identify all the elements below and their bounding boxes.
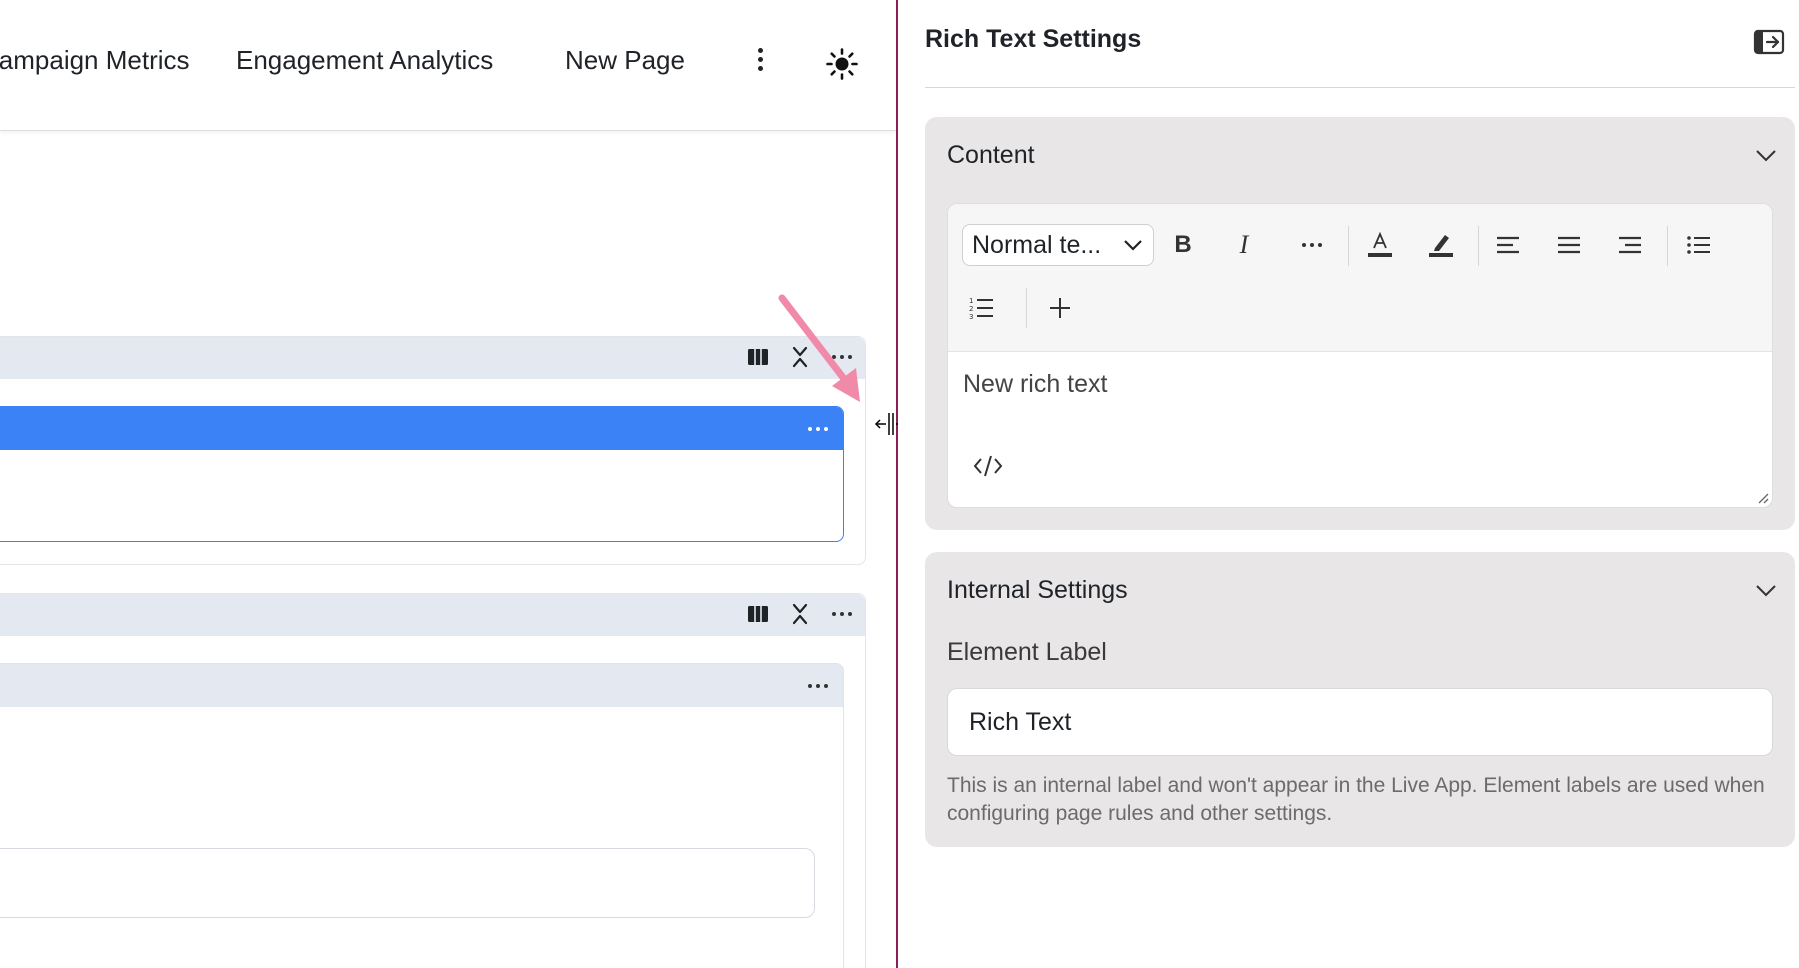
section-header	[0, 594, 865, 636]
text-style-value: Normal te...	[972, 231, 1102, 259]
italic-button[interactable]: I	[1224, 225, 1264, 265]
collapse-vertical-icon[interactable]	[789, 346, 811, 368]
nav-item-new-page[interactable]: New Page	[565, 45, 685, 76]
columns-icon[interactable]	[747, 603, 769, 625]
align-center-icon[interactable]	[1549, 225, 1589, 265]
editor-content[interactable]: New rich text	[963, 370, 1107, 399]
sun-icon[interactable]	[826, 48, 858, 80]
text-color-icon[interactable]	[1360, 225, 1400, 265]
toolbar-separator	[1478, 226, 1479, 266]
toolbar-separator	[1667, 226, 1668, 266]
bold-button[interactable]: B	[1163, 225, 1203, 265]
element-label-label: Element Label	[947, 638, 1107, 666]
more-horizontal-icon[interactable]	[807, 675, 829, 697]
bullet-list-icon[interactable]	[1679, 225, 1719, 265]
section-header	[0, 337, 865, 379]
svg-text:1: 1	[969, 297, 973, 305]
editor-toolbar: Normal te... B I 1 2 3	[948, 204, 1772, 352]
chevron-down-icon[interactable]	[1755, 149, 1777, 163]
element-block[interactable]	[0, 663, 844, 968]
content-section: Content Normal te... B I 1 2 3 New rich …	[925, 117, 1795, 530]
top-navigation: Campaign Metrics Engagement Analytics Ne…	[0, 0, 896, 131]
align-right-icon[interactable]	[1610, 225, 1650, 265]
element-label-input[interactable]	[947, 688, 1773, 756]
selected-element-block[interactable]	[0, 406, 844, 542]
nav-item-campaign-metrics[interactable]: Campaign Metrics	[0, 45, 190, 76]
internal-settings-section: Internal Settings Element Label This is …	[925, 552, 1795, 847]
toolbar-separator	[1348, 226, 1349, 266]
settings-panel: Rich Text Settings Content Normal te... …	[898, 0, 1799, 968]
chevron-down-icon	[1124, 240, 1142, 251]
element-header	[0, 664, 843, 707]
chevron-down-icon[interactable]	[1755, 584, 1777, 598]
element-header	[0, 407, 843, 450]
plus-icon[interactable]	[1040, 288, 1080, 328]
more-vertical-icon[interactable]	[746, 44, 774, 84]
nav-item-engagement-analytics[interactable]: Engagement Analytics	[236, 45, 493, 76]
more-horizontal-icon[interactable]	[831, 346, 853, 368]
content-section-title[interactable]: Content	[947, 141, 1035, 170]
page-canvas: Campaign Metrics Engagement Analytics Ne…	[0, 0, 896, 968]
panel-title: Rich Text Settings	[925, 25, 1142, 53]
more-horizontal-icon[interactable]	[831, 603, 853, 625]
text-style-dropdown[interactable]: Normal te...	[962, 224, 1154, 266]
more-horizontal-icon[interactable]	[807, 418, 829, 440]
align-left-icon[interactable]	[1488, 225, 1528, 265]
svg-text:3: 3	[969, 313, 973, 320]
element-label-help-text: This is an internal label and won't appe…	[947, 774, 1765, 825]
internal-settings-title[interactable]: Internal Settings	[947, 576, 1128, 605]
collapse-vertical-icon[interactable]	[789, 603, 811, 625]
more-formatting-icon[interactable]	[1292, 225, 1332, 265]
svg-text:2: 2	[969, 305, 973, 313]
code-view-icon[interactable]	[972, 452, 1004, 480]
numbered-list-icon[interactable]: 123	[962, 288, 1002, 328]
toolbar-separator	[1026, 288, 1027, 328]
resize-grip-icon[interactable]	[1757, 492, 1769, 504]
close-panel-icon[interactable]	[1753, 28, 1785, 56]
highlight-color-icon[interactable]	[1421, 225, 1461, 265]
divider-line	[925, 87, 1795, 88]
rich-text-editor: Normal te... B I 1 2 3 New rich text	[947, 203, 1773, 508]
columns-icon[interactable]	[747, 346, 769, 368]
placeholder-input-element[interactable]	[0, 848, 815, 918]
